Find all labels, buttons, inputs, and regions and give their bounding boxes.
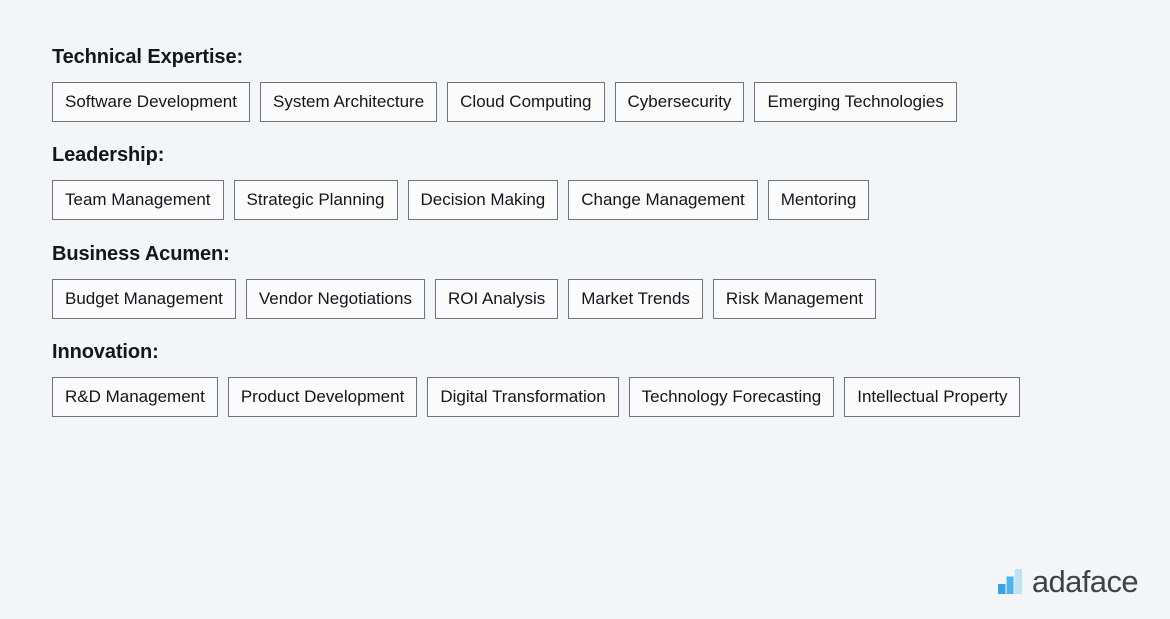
skill-tag[interactable]: System Architecture [259, 82, 438, 122]
skill-tag[interactable]: Market Trends [568, 279, 703, 319]
skill-tag[interactable]: R&D Management [52, 377, 218, 417]
section-business-acumen: Business Acumen: Budget Management Vendo… [52, 243, 1122, 319]
skill-tag[interactable]: ROI Analysis [434, 279, 559, 319]
skill-tag[interactable]: Cloud Computing [447, 82, 605, 122]
skill-tag[interactable]: Emerging Technologies [754, 82, 957, 122]
skill-tag[interactable]: Digital Transformation [427, 377, 619, 417]
tag-row: Software Development System Architecture… [52, 82, 1052, 122]
skill-tag[interactable]: Budget Management [52, 279, 236, 319]
tag-row: R&D Management Product Development Digit… [52, 377, 1052, 417]
section-heading: Innovation: [52, 341, 159, 363]
tag-row: Team Management Strategic Planning Decis… [52, 180, 1052, 220]
skill-tag[interactable]: Risk Management [712, 279, 876, 319]
section-leadership: Leadership: Team Management Strategic Pl… [52, 144, 1122, 220]
skill-tag[interactable]: Team Management [52, 180, 224, 220]
skill-tag[interactable]: Change Management [568, 180, 758, 220]
skill-tag[interactable]: Software Development [52, 82, 250, 122]
section-technical-expertise: Technical Expertise: Software Developmen… [52, 46, 1122, 122]
adaface-wordmark: adaface [1031, 564, 1139, 599]
section-heading: Technical Expertise: [52, 46, 244, 68]
adaface-logo: adaface [997, 564, 1139, 599]
skill-tag[interactable]: Intellectual Property [844, 377, 1021, 417]
skill-tag[interactable]: Product Development [227, 377, 418, 417]
section-innovation: Innovation: R&D Management Product Devel… [52, 341, 1122, 417]
skill-tag[interactable]: Mentoring [767, 180, 870, 220]
bar-chart-icon [997, 569, 1022, 594]
skills-board: Technical Expertise: Software Developmen… [0, 0, 1170, 619]
skill-tag[interactable]: Strategic Planning [233, 180, 398, 220]
tag-row: Budget Management Vendor Negotiations RO… [52, 279, 1052, 319]
section-heading: Leadership: [52, 144, 165, 166]
skill-tag[interactable]: Decision Making [407, 180, 559, 220]
skill-tag[interactable]: Vendor Negotiations [245, 279, 425, 319]
skill-tag[interactable]: Technology Forecasting [628, 377, 835, 417]
skill-tag[interactable]: Cybersecurity [614, 82, 745, 122]
section-heading: Business Acumen: [52, 243, 230, 265]
